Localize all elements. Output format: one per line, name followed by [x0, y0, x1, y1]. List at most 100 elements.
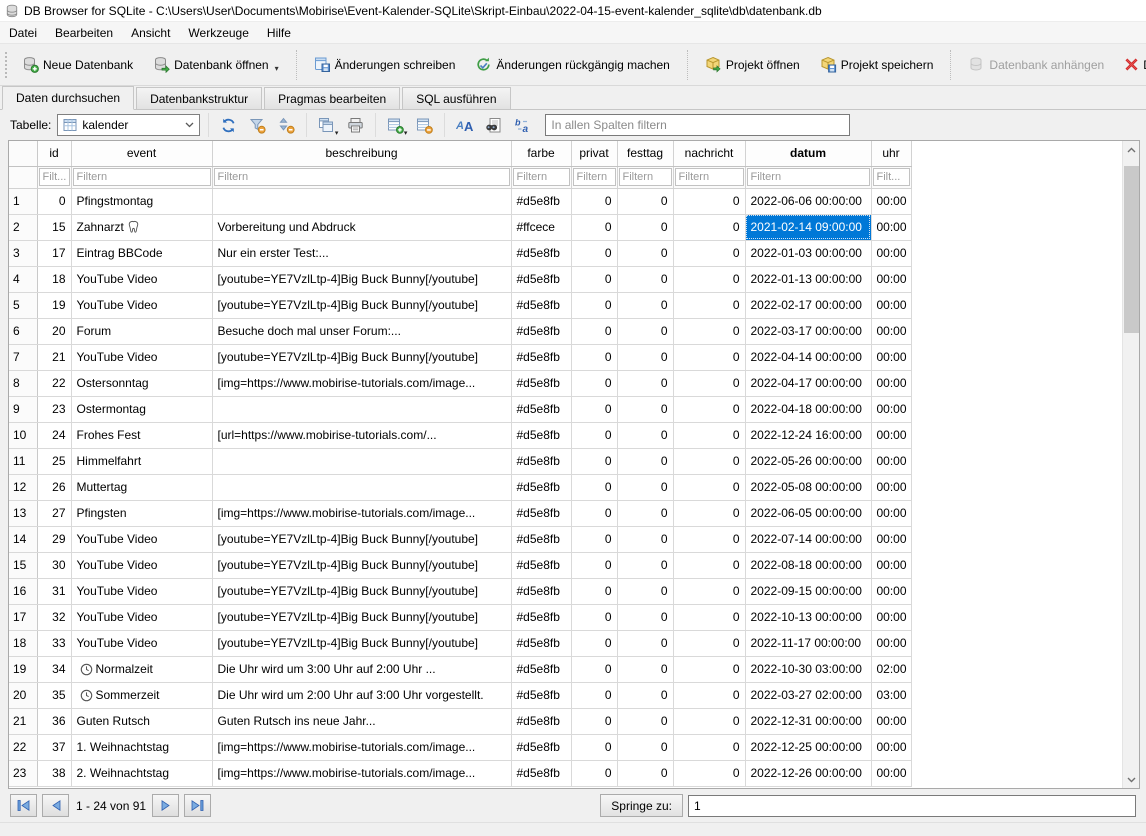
cell-datum[interactable]: 2022-09-15 00:00:00	[745, 578, 871, 604]
cell-privat[interactable]: 0	[571, 214, 617, 240]
cell-privat[interactable]: 0	[571, 422, 617, 448]
filter-all-columns-input[interactable]	[545, 114, 850, 136]
cell-uhr[interactable]: 03:00	[871, 682, 911, 708]
cell-id[interactable]: 18	[37, 266, 71, 292]
cell-festtag[interactable]: 0	[617, 396, 673, 422]
cell-farbe[interactable]: #d5e8fb	[511, 188, 571, 214]
row-number[interactable]: 16	[9, 578, 37, 604]
cell-beschreibung[interactable]: [youtube=YE7VzlLtp-4]Big Buck Bunny[/you…	[212, 552, 511, 578]
cell-event[interactable]: YouTube Video	[71, 526, 212, 552]
cell-nachricht[interactable]: 0	[673, 708, 745, 734]
cell-datum[interactable]: 2022-12-26 00:00:00	[745, 760, 871, 786]
cell-datum[interactable]: 2022-04-17 00:00:00	[745, 370, 871, 396]
row-number[interactable]: 2	[9, 214, 37, 240]
cell-uhr[interactable]: 00:00	[871, 526, 911, 552]
scroll-down-button[interactable]	[1123, 771, 1140, 788]
cell-festtag[interactable]: 0	[617, 344, 673, 370]
cell-festtag[interactable]: 0	[617, 318, 673, 344]
cell-festtag[interactable]: 0	[617, 474, 673, 500]
column-header-event[interactable]: event	[71, 141, 212, 166]
cell-event[interactable]: YouTube Video	[71, 344, 212, 370]
cell-uhr[interactable]: 00:00	[871, 188, 911, 214]
cell-privat[interactable]: 0	[571, 188, 617, 214]
cell-beschreibung[interactable]: [youtube=YE7VzlLtp-4]Big Buck Bunny[/you…	[212, 344, 511, 370]
cell-privat[interactable]: 0	[571, 604, 617, 630]
row-number[interactable]: 11	[9, 448, 37, 474]
cell-privat[interactable]: 0	[571, 760, 617, 786]
cell-privat[interactable]: 0	[571, 630, 617, 656]
cell-farbe[interactable]: #d5e8fb	[511, 396, 571, 422]
filter-input-nachricht[interactable]	[675, 168, 744, 186]
datenbank-anhaengen-button[interactable]: Datenbank anhängen	[958, 50, 1114, 79]
dropdown-arrow-icon[interactable]: ▾	[275, 64, 279, 73]
insert-record-button[interactable]: ▾	[382, 112, 409, 138]
column-header-farbe[interactable]: farbe	[511, 141, 571, 166]
cell-farbe[interactable]: #d5e8fb	[511, 578, 571, 604]
cell-event[interactable]: Eintrag BBCode	[71, 240, 212, 266]
cell-farbe[interactable]: #d5e8fb	[511, 708, 571, 734]
cell-event[interactable]: 1. Weihnachtstag	[71, 734, 212, 760]
cell-event[interactable]: YouTube Video	[71, 266, 212, 292]
cell-beschreibung[interactable]: Die Uhr wird um 3:00 Uhr auf 2:00 Uhr ..…	[212, 656, 511, 682]
cell-uhr[interactable]: 00:00	[871, 292, 911, 318]
cell-festtag[interactable]: 0	[617, 760, 673, 786]
cell-festtag[interactable]: 0	[617, 266, 673, 292]
cell-farbe[interactable]: #d5e8fb	[511, 682, 571, 708]
cell-beschreibung[interactable]	[212, 448, 511, 474]
row-number[interactable]: 8	[9, 370, 37, 396]
cell-uhr[interactable]: 00:00	[871, 422, 911, 448]
cell-datum[interactable]: 2022-05-26 00:00:00	[745, 448, 871, 474]
cell-festtag[interactable]: 0	[617, 188, 673, 214]
cell-nachricht[interactable]: 0	[673, 474, 745, 500]
cell-farbe[interactable]: #d5e8fb	[511, 656, 571, 682]
cell-nachricht[interactable]: 0	[673, 240, 745, 266]
cell-uhr[interactable]: 00:00	[871, 760, 911, 786]
column-header-nachricht[interactable]: nachricht	[673, 141, 745, 166]
cell-nachricht[interactable]: 0	[673, 734, 745, 760]
cell-privat[interactable]: 0	[571, 578, 617, 604]
cell-farbe[interactable]: #d5e8fb	[511, 370, 571, 396]
clear-filters-button[interactable]	[244, 112, 271, 138]
filter-input-uhr[interactable]	[873, 168, 910, 186]
cell-id[interactable]: 24	[37, 422, 71, 448]
cell-event[interactable]: 2. Weihnachtstag	[71, 760, 212, 786]
cell-festtag[interactable]: 0	[617, 500, 673, 526]
cell-datum[interactable]: 2022-03-17 00:00:00	[745, 318, 871, 344]
cell-beschreibung[interactable]: [youtube=YE7VzlLtp-4]Big Buck Bunny[/you…	[212, 292, 511, 318]
cell-id[interactable]: 22	[37, 370, 71, 396]
cell-id[interactable]: 27	[37, 500, 71, 526]
cell-beschreibung[interactable]: [youtube=YE7VzlLtp-4]Big Buck Bunny[/you…	[212, 604, 511, 630]
filter-input-festtag[interactable]	[619, 168, 672, 186]
cell-beschreibung[interactable]: Vorbereitung und Abdruck	[212, 214, 511, 240]
cell-id[interactable]: 0	[37, 188, 71, 214]
cell-event[interactable]: Pfingsten	[71, 500, 212, 526]
cell-datum[interactable]: 2022-10-13 00:00:00	[745, 604, 871, 630]
cell-datum[interactable]: 2022-12-25 00:00:00	[745, 734, 871, 760]
cell-event[interactable]: Zahnarzt	[71, 214, 212, 240]
edit-display-format-button[interactable]: AA	[451, 112, 478, 138]
dropdown-arrow-icon[interactable]: ▾	[404, 131, 408, 137]
datenbank-schliessen-button[interactable]: Datenbank schließen	[1114, 51, 1146, 78]
cell-beschreibung[interactable]: [img=https://www.mobirise-tutorials.com/…	[212, 734, 511, 760]
column-header-festtag[interactable]: festtag	[617, 141, 673, 166]
cell-privat[interactable]: 0	[571, 734, 617, 760]
cell-datum[interactable]: 2022-04-14 00:00:00	[745, 344, 871, 370]
cell-farbe[interactable]: #d5e8fb	[511, 240, 571, 266]
cell-beschreibung[interactable]: Guten Rutsch ins neue Jahr...	[212, 708, 511, 734]
cell-uhr[interactable]: 00:00	[871, 266, 911, 292]
row-number[interactable]: 18	[9, 630, 37, 656]
tab-datenbankstruktur[interactable]: Datenbankstruktur	[136, 87, 262, 109]
cell-id[interactable]: 30	[37, 552, 71, 578]
go-next-button[interactable]	[152, 794, 179, 817]
find-button[interactable]	[480, 112, 507, 138]
aenderungen-schreiben-button[interactable]: Änderungen schreiben	[304, 50, 466, 79]
filter-input-farbe[interactable]	[513, 168, 570, 186]
refresh-button[interactable]	[215, 112, 242, 138]
clear-sorting-button[interactable]	[273, 112, 300, 138]
cell-datum[interactable]: 2022-04-18 00:00:00	[745, 396, 871, 422]
cell-id[interactable]: 21	[37, 344, 71, 370]
filter-input-event[interactable]	[73, 168, 211, 186]
cell-festtag[interactable]: 0	[617, 552, 673, 578]
row-number[interactable]: 5	[9, 292, 37, 318]
cell-event[interactable]: Ostersonntag	[71, 370, 212, 396]
